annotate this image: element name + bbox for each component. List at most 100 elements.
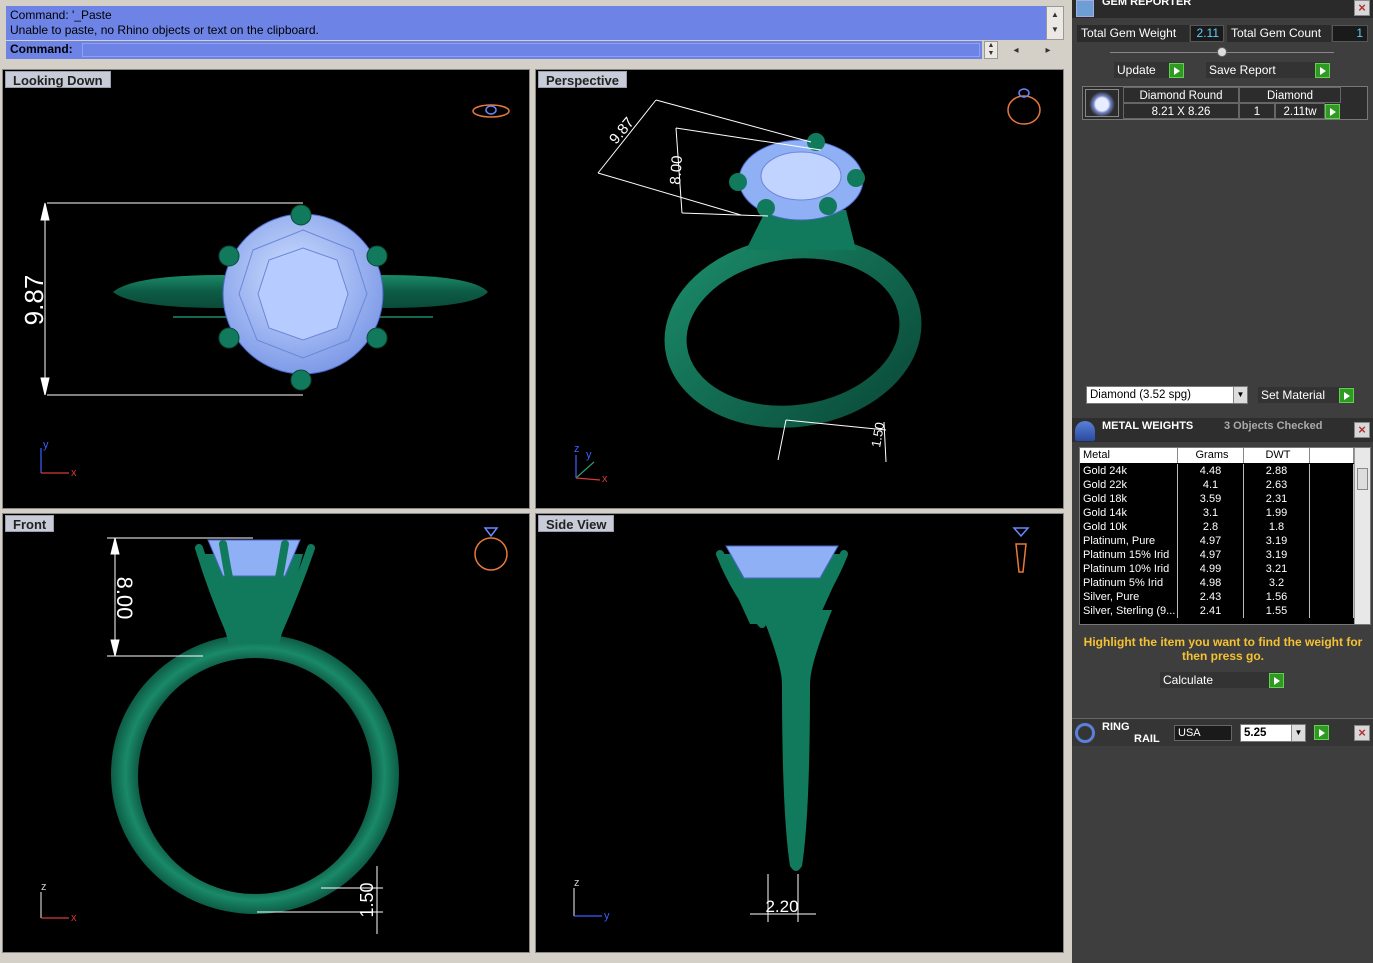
svg-text:x: x: [602, 473, 608, 485]
metal-name-cell: Gold 24k: [1080, 464, 1178, 478]
set-material-button[interactable]: Set Material: [1258, 387, 1354, 403]
orientation-ring-icon: [1012, 527, 1030, 573]
viewport-title[interactable]: Side View: [538, 515, 615, 532]
ring-size-select[interactable]: 5.25 ▼: [1240, 724, 1306, 742]
material-select[interactable]: Diamond (3.52 spg) ▼: [1086, 386, 1248, 404]
table-row[interactable]: Silver, Pure 2.43 1.56: [1080, 590, 1354, 604]
ring-rail-icon: [1075, 723, 1095, 743]
scroll-thumb[interactable]: [1357, 468, 1368, 490]
column-header-grams[interactable]: Grams: [1178, 448, 1244, 463]
blank-cell: [1310, 534, 1354, 548]
command-spin-control[interactable]: ▲ ▼: [984, 41, 998, 59]
blank-cell: [1310, 520, 1354, 534]
metal-name-cell: Gold 14k: [1080, 506, 1178, 520]
gem-go-icon[interactable]: [1325, 104, 1340, 119]
command-history-scrollbar[interactable]: ▲ ▼: [1046, 6, 1064, 40]
blank-cell: [1310, 478, 1354, 492]
update-button-label: Update: [1117, 63, 1156, 77]
blank-cell: [1310, 604, 1354, 618]
calculate-button[interactable]: Calculate: [1160, 672, 1284, 688]
dwt-cell: 3.19: [1244, 548, 1310, 562]
svg-text:x: x: [71, 467, 77, 479]
table-row[interactable]: Platinum 5% Irid 4.98 3.2: [1080, 576, 1354, 590]
table-row[interactable]: Platinum 15% Irid 4.97 3.19: [1080, 548, 1354, 562]
metal-name-cell: Gold 18k: [1080, 492, 1178, 506]
orientation-ring-icon: [1007, 88, 1041, 125]
viewport-side-view[interactable]: 2.20 z y Side View: [535, 513, 1064, 953]
ring-rail-go-icon[interactable]: [1314, 725, 1329, 740]
ring-rail-header: RING RAIL USA 5.25 ▼ ×: [1072, 718, 1373, 746]
svg-text:x: x: [71, 912, 77, 924]
perspective-render: 9.87 8.00 1.50 z y x: [574, 88, 1041, 485]
slider-handle[interactable]: [1217, 47, 1227, 57]
metal-hint: Highlight the item you want to find the …: [1083, 635, 1363, 663]
grams-cell: 4.48: [1178, 464, 1244, 478]
svg-text:z: z: [574, 877, 580, 889]
table-row[interactable]: Gold 10k 2.8 1.8: [1080, 520, 1354, 534]
close-icon[interactable]: ×: [1354, 725, 1370, 741]
table-row[interactable]: Platinum 10% Irid 4.99 3.21: [1080, 562, 1354, 576]
go-icon: [1269, 672, 1284, 688]
dwt-cell: 2.31: [1244, 492, 1310, 506]
svg-text:1.50: 1.50: [357, 882, 377, 917]
viewport-front[interactable]: 8.00 1.50 z x Front: [2, 513, 530, 953]
plugin-panel: GEM REPORTER × Total Gem Weight 2.11 Tot…: [1072, 0, 1373, 963]
gem-thumbnail-icon: [1085, 89, 1119, 117]
update-button[interactable]: Update: [1114, 62, 1184, 78]
viewport-looking-down[interactable]: 9.87 y x Looking Down: [2, 69, 530, 509]
ring-standard-field[interactable]: USA: [1174, 725, 1232, 741]
grams-cell: 4.97: [1178, 534, 1244, 548]
table-row[interactable]: Gold 14k 3.1 1.99: [1080, 506, 1354, 520]
go-icon: [1315, 62, 1330, 78]
axis-indicator: [40, 448, 69, 474]
metal-weights-title: METAL WEIGHTS: [1102, 420, 1194, 432]
metal-weights-table[interactable]: Metal Grams DWT Gold 24k 4.48 2.88 Gold 22k…: [1079, 447, 1371, 625]
grams-cell: 2.41: [1178, 604, 1244, 618]
dwt-cell: 2.88: [1244, 464, 1310, 478]
arrow-right-icon[interactable]: ▸: [1045, 45, 1050, 56]
command-input[interactable]: [82, 43, 980, 57]
dwt-cell: 1.99: [1244, 506, 1310, 520]
grams-cell: 4.98: [1178, 576, 1244, 590]
column-header-dwt[interactable]: DWT: [1244, 448, 1310, 463]
command-history: Command: '_Paste Unable to paste, no Rhi…: [6, 6, 1046, 40]
table-row[interactable]: Silver, Sterling (9... 2.41 1.55: [1080, 604, 1354, 618]
metal-name-cell: Platinum 15% Irid: [1080, 548, 1178, 562]
column-header-blank: [1310, 448, 1354, 463]
viewport-title[interactable]: Perspective: [538, 71, 627, 88]
set-material-label: Set Material: [1261, 388, 1326, 402]
rhino-app-window: Command: '_Paste Unable to paste, no Rhi…: [0, 0, 1373, 963]
go-icon: [1339, 387, 1354, 403]
front-view-render: 8.00 1.50 z x: [40, 527, 508, 934]
svg-text:y: y: [43, 439, 49, 451]
gem-size-cell: 8.21 X 8.26: [1123, 103, 1239, 119]
viewport-perspective[interactable]: 9.87 8.00 1.50 z y x Perspective: [535, 69, 1064, 509]
viewport-title[interactable]: Looking Down: [5, 71, 111, 88]
arrow-left-icon[interactable]: ◂: [1013, 45, 1018, 56]
save-report-button[interactable]: Save Report: [1206, 62, 1330, 78]
table-row[interactable]: Gold 18k 3.59 2.31: [1080, 492, 1354, 506]
table-row[interactable]: Gold 24k 4.48 2.88: [1080, 464, 1354, 478]
gem-material-cell: Diamond: [1239, 87, 1341, 103]
metal-name-cell: Platinum 5% Irid: [1080, 576, 1178, 590]
axis-indicator: [573, 888, 602, 917]
table-row[interactable]: Platinum, Pure 4.97 3.19: [1080, 534, 1354, 548]
gem-reporter-icon: [1076, 0, 1094, 17]
column-header-metal[interactable]: Metal: [1080, 448, 1178, 463]
command-history-line-2: Unable to paste, no Rhino objects or tex…: [10, 23, 319, 37]
metal-name-cell: Silver, Pure: [1080, 590, 1178, 604]
viewport-title[interactable]: Front: [5, 515, 55, 532]
table-row[interactable]: Gold 22k 4.1 2.63: [1080, 478, 1354, 492]
close-icon[interactable]: ×: [1354, 422, 1370, 438]
close-icon[interactable]: ×: [1354, 0, 1370, 16]
ring-rail-title-2: RAIL: [1134, 733, 1160, 745]
svg-text:9.87: 9.87: [606, 114, 638, 147]
metal-table-scrollbar[interactable]: [1354, 448, 1370, 624]
chevron-down-icon: ▼: [1291, 725, 1305, 741]
svg-text:y: y: [586, 449, 592, 461]
grams-cell: 4.99: [1178, 562, 1244, 576]
command-nav-arrows[interactable]: ◂ ▸: [1000, 41, 1064, 59]
gem-reporter-title: GEM REPORTER: [1102, 0, 1192, 8]
gem-list[interactable]: Diamond Round Diamond 8.21 X 8.26 1 2.11…: [1082, 86, 1368, 120]
dwt-cell: 3.2: [1244, 576, 1310, 590]
